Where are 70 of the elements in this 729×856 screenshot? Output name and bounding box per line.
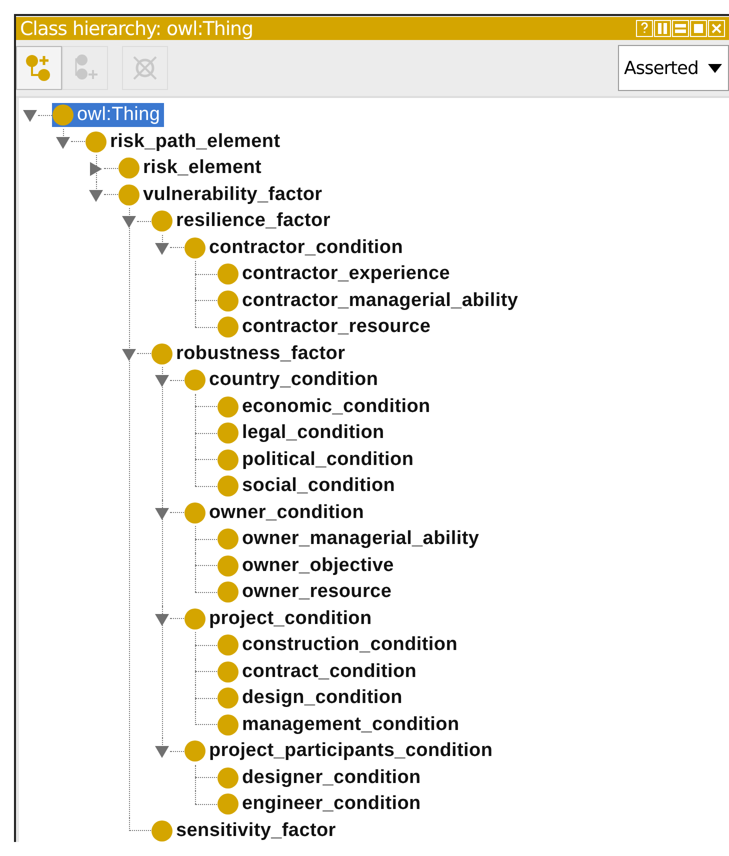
class-node[interactable]: risk_element	[118, 156, 266, 180]
expanded-arrow-icon[interactable]	[122, 348, 136, 362]
class-node[interactable]: vulnerability_factor	[118, 182, 326, 207]
class-node[interactable]: designer_condition	[217, 766, 425, 790]
class-icon	[52, 104, 74, 126]
class-node[interactable]: management_condition	[217, 712, 464, 737]
class-icon	[217, 581, 239, 604]
class-icon	[118, 184, 140, 206]
class-icon	[118, 157, 140, 180]
expanded-arrow-icon[interactable]	[155, 612, 169, 626]
class-icon	[217, 766, 239, 789]
class-icon	[217, 554, 239, 577]
class-icon	[184, 608, 206, 630]
class-icon	[217, 448, 239, 471]
class-icon	[217, 475, 239, 498]
class-node[interactable]: political_condition	[217, 448, 418, 472]
class-node[interactable]: owl:Thing	[52, 103, 164, 128]
class-icon	[184, 369, 206, 392]
expanded-arrow-icon[interactable]	[122, 215, 136, 229]
class-icon	[85, 130, 107, 153]
expanded-arrow-icon[interactable]	[23, 109, 37, 123]
class-node[interactable]: economic_condition	[217, 394, 434, 419]
class-node[interactable]: project_condition	[184, 606, 376, 631]
class-icon	[217, 528, 239, 550]
class-node[interactable]: social_condition	[217, 474, 400, 498]
class-node[interactable]: contractor_managerial_ability	[217, 288, 522, 313]
class-node[interactable]: resilience_factor	[151, 209, 334, 234]
class-node[interactable]: robustness_factor	[151, 342, 350, 366]
class-icon	[217, 263, 239, 286]
class-node[interactable]: country_condition	[184, 368, 382, 392]
class-icon	[217, 396, 239, 418]
class-icon	[217, 422, 239, 444]
class-node[interactable]: sensitivity_factor	[151, 818, 340, 842]
class-node[interactable]: construction_condition	[217, 633, 462, 658]
class-icon	[217, 290, 239, 312]
class-icon	[217, 634, 239, 656]
class-node[interactable]: legal_condition	[217, 421, 388, 446]
class-icon	[184, 502, 206, 524]
class-node[interactable]: owner_managerial_ability	[217, 527, 484, 552]
class-node[interactable]: owner_condition	[184, 500, 368, 525]
class-icon	[151, 820, 173, 842]
class-node[interactable]: contract_condition	[217, 660, 421, 684]
expanded-arrow-icon[interactable]	[155, 374, 169, 388]
caret-icon	[708, 64, 722, 73]
expanded-arrow-icon[interactable]	[56, 136, 70, 150]
class-node[interactable]: contractor_experience	[217, 262, 454, 286]
panel-title: Class hierarchy: owl:Thing	[20, 18, 253, 40]
class-icon	[217, 687, 239, 710]
class-icon	[184, 740, 206, 762]
view-dropdown[interactable]: Asserted	[618, 45, 729, 92]
class-icon	[151, 342, 173, 365]
class-node[interactable]: risk_path_element	[85, 130, 284, 154]
class-node[interactable]: design_condition	[217, 686, 406, 710]
class-icon	[217, 793, 239, 816]
expanded-arrow-icon[interactable]	[155, 242, 169, 256]
class-node[interactable]: contractor_condition	[184, 236, 408, 260]
class-node[interactable]: contractor_resource	[217, 315, 435, 340]
class-node[interactable]: project_participants_condition	[184, 739, 497, 764]
class-icon	[184, 236, 206, 259]
class-icon	[217, 660, 239, 683]
collapsed-arrow-icon[interactable]	[89, 162, 103, 176]
class-node[interactable]: owner_objective	[217, 554, 398, 578]
expanded-arrow-icon[interactable]	[155, 506, 169, 520]
class-node[interactable]: owner_resource	[217, 580, 396, 604]
class-icon	[217, 714, 239, 736]
expanded-arrow-icon[interactable]	[155, 745, 169, 759]
class-icon	[151, 210, 173, 232]
class-node[interactable]: engineer_condition	[217, 792, 425, 816]
class-icon	[217, 316, 239, 338]
expanded-arrow-icon[interactable]	[89, 188, 103, 202]
